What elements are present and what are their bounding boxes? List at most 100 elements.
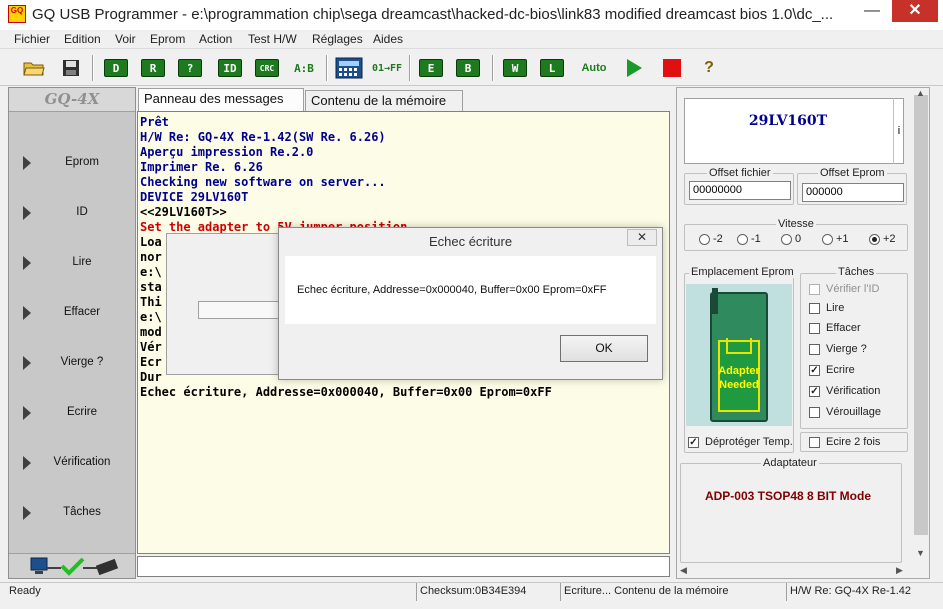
nav-label: Vérification xyxy=(53,456,111,468)
close-window-button[interactable]: ✕ xyxy=(892,0,938,22)
scroll-down-icon[interactable]: ▼ xyxy=(916,548,925,558)
auto-icon[interactable]: Auto xyxy=(578,53,610,83)
play-arrow-icon xyxy=(23,206,31,220)
message-line: Checking new software on server... xyxy=(140,175,386,189)
checkbox-box xyxy=(809,283,820,295)
nav-label: Lire xyxy=(72,256,92,268)
checkbox-box xyxy=(809,302,820,314)
nav-item-verification[interactable]: Vérification xyxy=(9,438,135,488)
menu-bar: Fichier Edition Voir Eprom Action Test H… xyxy=(0,30,943,49)
chip-name: 29LV160T xyxy=(748,113,828,129)
speed-radio-m1[interactable]: -1 xyxy=(737,233,761,245)
speed-radio-p2[interactable]: +2 xyxy=(869,233,896,245)
write-icon[interactable]: W xyxy=(499,53,531,83)
minimize-button[interactable]: — xyxy=(858,2,886,24)
message-line: Aperçu impression Re.2.0 xyxy=(140,145,314,159)
adapter-label: Adaptateur xyxy=(761,457,819,469)
tab-memory[interactable]: Contenu de la mémoire xyxy=(305,90,463,112)
nav-item-id[interactable]: ID xyxy=(9,188,135,238)
progress-bar xyxy=(198,301,288,319)
message-line: Ecr xyxy=(140,355,162,369)
radio-dot-selected xyxy=(869,233,880,245)
tab-messages[interactable]: Panneau des messages xyxy=(138,88,304,111)
nav-item-effacer[interactable]: Effacer xyxy=(9,288,135,338)
read-icon[interactable]: R xyxy=(137,53,169,83)
play-icon[interactable] xyxy=(618,53,650,83)
nav-label: Tâches xyxy=(63,506,101,518)
status-checksum: Checksum:0B34E394 xyxy=(416,583,560,601)
checkbox-box xyxy=(809,436,820,448)
stop-icon[interactable] xyxy=(656,53,688,83)
compare-icon[interactable]: A:B xyxy=(288,53,320,83)
nav-label: Effacer xyxy=(63,306,101,318)
message-line: Thi xyxy=(140,295,162,309)
nav-item-taches[interactable]: Tâches xyxy=(9,488,135,538)
checkbox-box: ✓ xyxy=(809,364,820,376)
help-icon[interactable]: ? xyxy=(693,53,725,83)
nav-label: Vierge ? xyxy=(60,356,104,368)
chip-info-button[interactable]: i xyxy=(893,98,904,164)
calculator-icon[interactable] xyxy=(333,53,365,83)
fill-hex-icon[interactable]: 01→FF xyxy=(370,53,404,83)
task-write[interactable]: ✓ Ecrire xyxy=(809,364,855,376)
message-line: Imprimer Re. 6.26 xyxy=(140,160,263,174)
nav-item-ecrire[interactable]: Ecrire xyxy=(9,388,135,438)
offset-eprom-field[interactable]: 000000 xyxy=(802,183,904,202)
nav-item-vierge[interactable]: Vierge ? xyxy=(9,338,135,388)
erase-icon[interactable]: E xyxy=(415,53,447,83)
ok-button[interactable]: OK xyxy=(560,335,648,362)
blank-icon[interactable]: B xyxy=(452,53,484,83)
message-line: e:\ xyxy=(140,265,162,279)
window-title: GQ USB Programmer - e:\programmation chi… xyxy=(32,6,834,23)
speed-radio-0[interactable]: 0 xyxy=(781,233,801,245)
nav-label: ID xyxy=(76,206,88,218)
menu-test-hw[interactable]: Test H/W xyxy=(248,32,297,46)
task-verify-id[interactable]: Vérifier l'ID xyxy=(809,283,879,295)
task-blank[interactable]: Vierge ? xyxy=(809,343,867,355)
nav-item-eprom[interactable]: Eprom xyxy=(9,138,135,188)
scrollbar-thumb[interactable] xyxy=(914,95,928,535)
menu-eprom[interactable]: Eprom xyxy=(150,32,185,46)
scroll-left-icon[interactable]: ◀ xyxy=(680,565,687,576)
scroll-up-icon[interactable]: ▲ xyxy=(916,88,925,98)
save-icon[interactable] xyxy=(55,53,87,83)
command-input[interactable] xyxy=(137,556,670,577)
message-line: sta xyxy=(140,280,162,294)
dialog-title: Echec écriture xyxy=(428,234,513,249)
task-verification[interactable]: ✓ Vérification xyxy=(809,385,880,397)
speed-radio-m2[interactable]: -2 xyxy=(699,233,723,245)
open-folder-icon[interactable] xyxy=(18,53,50,83)
dialog-message: Echec écriture, Addresse=0x000040, Buffe… xyxy=(297,284,607,296)
adapter-needed-text: Adapter Needed xyxy=(718,365,760,391)
message-line: nor xyxy=(140,250,162,264)
scroll-right-icon[interactable]: ▶ xyxy=(896,565,903,576)
nav-item-lire[interactable]: Lire xyxy=(9,238,135,288)
write-twice-checkbox[interactable]: Ecire 2 fois xyxy=(809,436,880,448)
speed-radio-p1[interactable]: +1 xyxy=(822,233,849,245)
dialog-close-button[interactable]: ✕ xyxy=(627,229,657,246)
lock-icon[interactable]: L xyxy=(536,53,568,83)
menu-voir[interactable]: Voir xyxy=(115,32,136,46)
task-read[interactable]: Lire xyxy=(809,302,844,314)
radio-dot xyxy=(781,233,792,245)
blank-check-icon[interactable]: ? xyxy=(174,53,206,83)
horizontal-scrollbar[interactable]: ◀ ▶ xyxy=(676,565,930,579)
menu-aides[interactable]: Aides xyxy=(373,32,403,46)
menu-edition[interactable]: Edition xyxy=(64,32,101,46)
menu-action[interactable]: Action xyxy=(199,32,232,46)
task-lock[interactable]: Vérouillage xyxy=(809,406,881,418)
radio-dot xyxy=(699,233,710,245)
socket-label: Emplacement Eprom xyxy=(689,266,796,278)
task-erase[interactable]: Effacer xyxy=(809,322,861,334)
message-line: <<29LV160T>> xyxy=(140,205,227,219)
socket-lever xyxy=(712,288,718,314)
play-arrow-icon xyxy=(23,156,31,170)
read-id-icon[interactable]: ID xyxy=(214,53,246,83)
menu-fichier[interactable]: Fichier xyxy=(14,32,50,46)
menu-reglages[interactable]: Réglages xyxy=(312,32,363,46)
offset-file-label: Offset fichier xyxy=(707,167,773,179)
unprotect-checkbox[interactable]: ✓ Déprotéger Temp. xyxy=(688,436,793,448)
device-select-icon[interactable]: D xyxy=(100,53,132,83)
offset-file-field[interactable]: 00000000 xyxy=(689,181,791,200)
verify-icon[interactable]: CRC xyxy=(251,53,283,83)
